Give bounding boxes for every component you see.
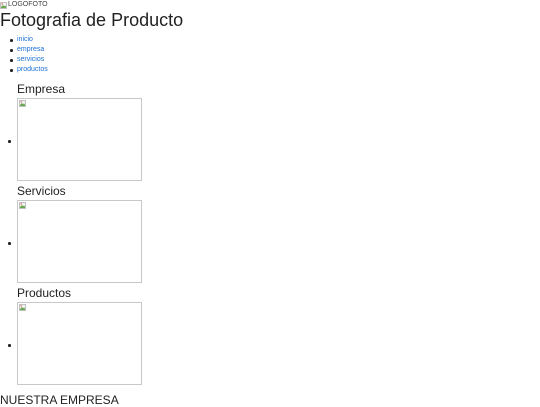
section-image-productos [17, 302, 142, 385]
section-bullet [8, 140, 11, 143]
nav-link-inicio[interactable]: inicio [17, 36, 33, 43]
section-image-empresa [17, 98, 142, 181]
nav-item-inicio: inicio [0, 35, 48, 45]
site-title: Fotografia de Producto [0, 10, 184, 30]
section-bullet [8, 344, 11, 347]
section-image-servicios [17, 200, 142, 283]
broken-image-icon [19, 202, 26, 209]
section-title-productos: Productos [17, 286, 72, 300]
main-nav: inicio empresa servicios productos [0, 35, 48, 75]
nav-item-servicios: servicios [0, 55, 48, 65]
nav-link-productos[interactable]: productos [17, 66, 48, 73]
broken-image-icon [0, 1, 7, 9]
nav-item-empresa: empresa [0, 45, 48, 55]
section-title-empresa: Empresa [17, 82, 66, 96]
broken-image-icon [19, 100, 26, 107]
broken-image-icon [19, 304, 26, 311]
nav-link-empresa[interactable]: empresa [17, 46, 44, 53]
section-title-servicios: Servicios [17, 184, 66, 198]
nav-link-servicios[interactable]: servicios [17, 56, 44, 63]
nav-item-productos: productos [0, 65, 48, 75]
section-bullet [8, 242, 11, 245]
